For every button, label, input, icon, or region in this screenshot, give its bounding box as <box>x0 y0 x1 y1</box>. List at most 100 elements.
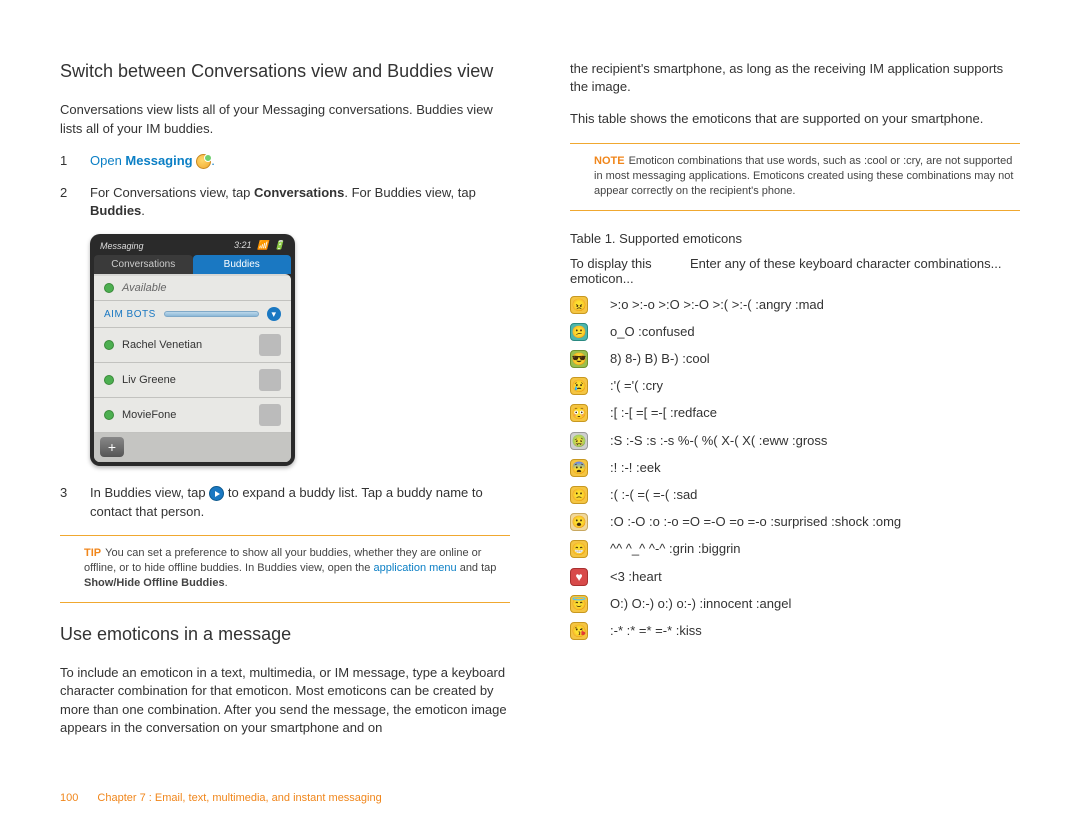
link-open[interactable]: Open <box>90 153 125 168</box>
table-intro-text: This table shows the emoticons that are … <box>570 110 1020 128</box>
table-caption: Table 1. Supported emoticons <box>570 231 1020 246</box>
table-row: 😢:'( ='( :cry <box>570 377 1020 395</box>
tab-conversations[interactable]: Conversations <box>94 255 193 274</box>
combo-text: o_O :confused <box>530 323 1020 341</box>
table-row: ♥<3 :heart <box>570 568 1020 586</box>
table-row: 😘:-* :* =* =-* :kiss <box>570 622 1020 640</box>
note-box: NOTEEmoticon combinations that use words… <box>570 143 1020 211</box>
status-right: 3:21 📶 🔋 <box>231 240 285 251</box>
tip-label: TIP <box>84 547 101 559</box>
messaging-icon <box>196 154 211 169</box>
combo-text: :S :-S :s :-s %-( %( X-( X( :eww :gross <box>530 432 1020 450</box>
tab-bar: Conversations Buddies <box>94 255 291 274</box>
text: . For Buddies view, tap <box>344 185 476 200</box>
expand-icon <box>209 486 224 501</box>
combo-text: :( :-( =( =-( :sad <box>530 486 1020 504</box>
buddy-row[interactable]: Rachel Venetian <box>94 328 291 363</box>
heading-switch-views: Switch between Conversations view and Bu… <box>60 60 510 83</box>
table-row: 😁^^ ^_^ ^-^ :grin :biggrin <box>570 540 1020 558</box>
page-footer: 100 Chapter 7 : Email, text, multimedia,… <box>60 792 382 804</box>
tip-box: TIPYou can set a preference to show all … <box>60 535 510 603</box>
combo-text: ^^ ^_^ ^-^ :grin :biggrin <box>530 540 1020 558</box>
tip-text: . <box>225 577 228 589</box>
text: In Buddies view, tap <box>90 485 209 500</box>
link-app-menu[interactable]: application menu <box>373 562 456 574</box>
buddy-row[interactable]: Liv Greene <box>94 363 291 398</box>
step-body: Open Messaging . <box>90 152 510 170</box>
bold-buddies: Buddies <box>90 203 141 218</box>
combo-text: O:) O:-) o:) o:-) :innocent :angel <box>530 595 1020 613</box>
status-dot-icon <box>104 340 114 350</box>
combo-text: :! :-! :eek <box>530 459 1020 477</box>
tip-text: and tap <box>457 562 497 574</box>
page-content: Switch between Conversations view and Bu… <box>0 0 1080 751</box>
left-column: Switch between Conversations view and Bu… <box>60 60 510 751</box>
section-header[interactable]: AIM BOTS ▾ <box>94 301 291 328</box>
col-header-combos: Enter any of these keyboard character co… <box>690 256 1020 286</box>
combo-text: :-* :* =* =-* :kiss <box>530 622 1020 640</box>
table-row: 😮:O :-O :o :-o =O =-O =o =-o :surprised … <box>570 513 1020 531</box>
bold-conversations: Conversations <box>254 185 344 200</box>
add-row: + <box>94 433 291 462</box>
status-dot-icon <box>104 375 114 385</box>
add-button[interactable]: + <box>100 437 124 457</box>
text: . <box>141 203 145 218</box>
switch-intro-text: Conversations view lists all of your Mes… <box>60 101 510 137</box>
heading-use-emoticons: Use emoticons in a message <box>60 623 510 646</box>
chapter-label: Chapter 7 : Email, text, multimedia, and… <box>97 792 381 804</box>
step-3: 3 In Buddies view, tap to expand a buddy… <box>60 484 510 520</box>
buddy-row[interactable]: MovieFone <box>94 398 291 433</box>
combo-text: :[ :-[ =[ =-[ :redface <box>530 404 1020 422</box>
table-row: 😕o_O :confused <box>570 323 1020 341</box>
collapse-icon[interactable]: ▾ <box>267 307 281 321</box>
app-title: Messaging <box>100 241 144 251</box>
status-dot-icon <box>104 410 114 420</box>
note-label: NOTE <box>594 155 625 167</box>
continuation-text: the recipient's smartphone, as long as t… <box>570 60 1020 96</box>
table-row: 😨:! :-! :eek <box>570 459 1020 477</box>
avatar <box>259 404 281 426</box>
section-bar <box>164 311 259 317</box>
table-row: 😠>:o >:-o >:O >:-O >:( >:-( :angry :mad <box>570 296 1020 314</box>
section-label: AIM BOTS <box>104 309 156 320</box>
combo-text: 8) 8-) B) B-) :cool <box>530 350 1020 368</box>
table-row: 🤢:S :-S :s :-s %-( %( X-( X( :eww :gross <box>570 432 1020 450</box>
buddy-panel: Available AIM BOTS ▾ Rachel Venetian Liv… <box>94 274 291 462</box>
page-number: 100 <box>60 792 78 804</box>
buddy-name: MovieFone <box>122 409 176 421</box>
step-body: For Conversations view, tap Conversation… <box>90 184 510 220</box>
tip-bold: Show/Hide Offline Buddies <box>84 577 225 589</box>
avatar <box>259 369 281 391</box>
step-number: 2 <box>60 184 72 220</box>
table-row: 😎8) 8-) B) B-) :cool <box>570 350 1020 368</box>
status-dot-icon <box>104 283 114 293</box>
availability-row[interactable]: Available <box>94 276 291 301</box>
right-column: the recipient's smartphone, as long as t… <box>570 60 1020 751</box>
step-2: 2 For Conversations view, tap Conversati… <box>60 184 510 220</box>
combo-text: :'( ='( :cry <box>530 377 1020 395</box>
step-number: 1 <box>60 152 72 170</box>
status-bar: Messaging 3:21 📶 🔋 <box>94 238 291 253</box>
text: For Conversations view, tap <box>90 185 254 200</box>
battery-icon: 🔋 <box>274 240 285 250</box>
buddy-name: Liv Greene <box>122 374 176 386</box>
period: . <box>211 153 215 168</box>
link-messaging[interactable]: Messaging <box>125 153 192 168</box>
combo-text: >:o >:-o >:O >:-O >:( >:-( :angry :mad <box>530 296 1020 314</box>
availability-label: Available <box>122 282 166 294</box>
table-row: 😳:[ :-[ =[ =-[ :redface <box>570 404 1020 422</box>
step-number: 3 <box>60 484 72 520</box>
phone-screenshot: Messaging 3:21 📶 🔋 Conversations Buddies… <box>90 234 295 466</box>
avatar <box>259 334 281 356</box>
status-time: 3:21 <box>234 240 252 250</box>
emoticon-table: 😠>:o >:-o >:O >:-O >:( >:-( :angry :mad 😕… <box>570 296 1020 640</box>
tab-buddies[interactable]: Buddies <box>193 255 292 274</box>
step-body: In Buddies view, tap to expand a buddy l… <box>90 484 510 520</box>
table-row: 😇O:) O:-) o:) o:-) :innocent :angel <box>570 595 1020 613</box>
note-text: Emoticon combinations that use words, su… <box>594 155 1013 198</box>
signal-icon: 📶 <box>257 240 268 250</box>
emoticon-intro-text: To include an emoticon in a text, multim… <box>60 664 510 737</box>
combo-text: <3 :heart <box>530 568 1020 586</box>
table-header: To display this emoticon... Enter any of… <box>570 256 1020 286</box>
col-header-emoticon: To display this emoticon... <box>570 256 670 286</box>
